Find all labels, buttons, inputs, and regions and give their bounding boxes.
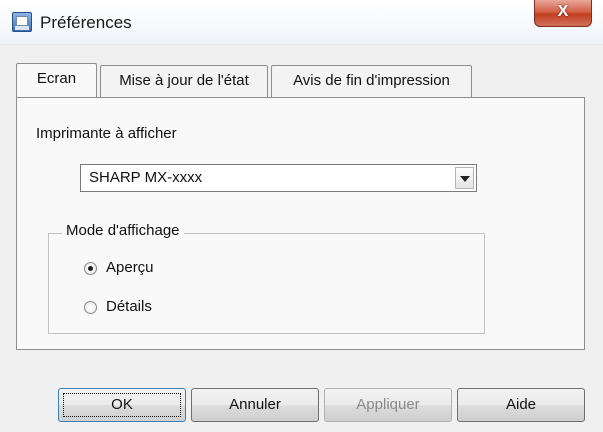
- tab-label: Ecran: [36, 70, 77, 87]
- printer-select-label: Imprimante à afficher: [36, 125, 177, 142]
- radio-button-selected[interactable]: [84, 262, 97, 275]
- ok-button[interactable]: OK: [58, 388, 186, 422]
- window-title: Préférences: [40, 13, 132, 32]
- tab-avis-fin-impression[interactable]: Avis de fin d'impression: [271, 65, 472, 97]
- close-icon: X: [557, 3, 569, 20]
- title-bar[interactable]: Préférences X: [0, 0, 603, 45]
- radio-label: Détails: [106, 298, 152, 315]
- printer-select-value: SHARP MX-xxxx: [89, 169, 203, 186]
- tab-ecran[interactable]: Ecran: [16, 63, 97, 97]
- cancel-button[interactable]: Annuler: [191, 388, 319, 422]
- apply-button-label: Appliquer: [356, 396, 420, 413]
- focus-ring: [63, 393, 181, 417]
- help-button-label: Aide: [505, 396, 537, 413]
- printer-window-icon: [12, 12, 32, 32]
- radio-label: Aperçu: [106, 259, 154, 276]
- printer-select[interactable]: SHARP MX-xxxx: [80, 164, 477, 192]
- tab-mise-a-jour-etat[interactable]: Mise à jour de l'état: [100, 65, 268, 97]
- close-button[interactable]: X: [534, 0, 592, 27]
- display-mode-group: [48, 233, 485, 334]
- display-mode-group-title: Mode d'affichage: [62, 222, 184, 239]
- tab-label: Avis de fin d'impression: [293, 72, 450, 89]
- preferences-dialog: Préférences X Ecran Mise à jour de l'éta…: [0, 0, 603, 432]
- chevron-down-icon[interactable]: [455, 167, 474, 189]
- radio-button[interactable]: [84, 301, 97, 314]
- help-button[interactable]: Aide: [457, 388, 585, 422]
- cancel-button-label: Annuler: [229, 396, 281, 413]
- apply-button[interactable]: Appliquer: [324, 388, 452, 422]
- tab-label: Mise à jour de l'état: [119, 72, 249, 89]
